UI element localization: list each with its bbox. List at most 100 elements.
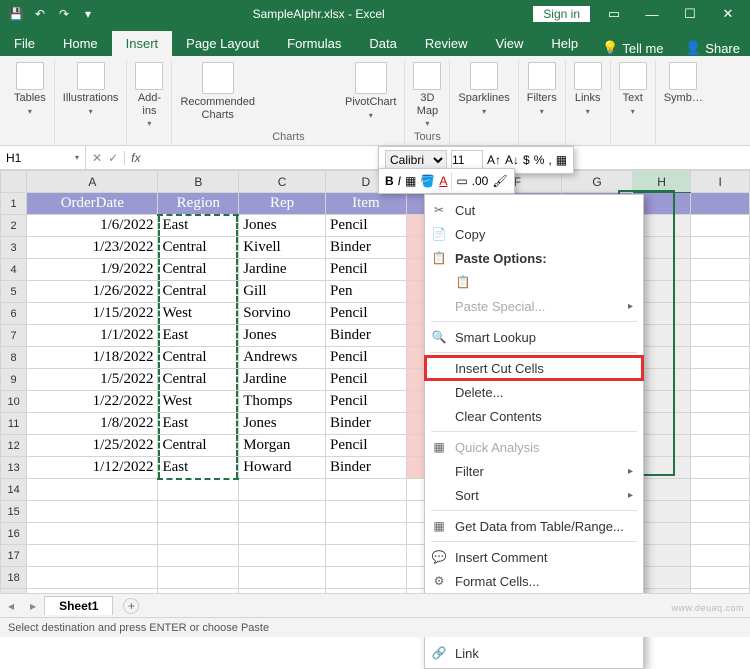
- font-size-input[interactable]: [451, 150, 483, 170]
- cell[interactable]: Pencil: [326, 215, 407, 237]
- cell[interactable]: Gill: [239, 281, 326, 303]
- worksheet[interactable]: A B C D E F G H I 1OrderDateRegionRepIte…: [0, 170, 750, 611]
- recommended-charts-button[interactable]: Recommended Charts: [180, 60, 255, 121]
- cell[interactable]: Jones: [239, 413, 326, 435]
- tab-file[interactable]: File: [0, 31, 49, 56]
- format-painter-icon[interactable]: 🖌: [492, 174, 507, 188]
- row-header[interactable]: 8: [1, 347, 27, 369]
- tab-data[interactable]: Data: [355, 31, 410, 56]
- conditional-format-icon[interactable]: ▦: [556, 153, 567, 167]
- cell[interactable]: Pen: [326, 281, 407, 303]
- ctx-smart-lookup[interactable]: 🔍Smart Lookup: [425, 325, 643, 349]
- tab-view[interactable]: View: [481, 31, 537, 56]
- cell[interactable]: Binder: [326, 237, 407, 259]
- cell[interactable]: [691, 435, 750, 457]
- bold-icon[interactable]: B: [385, 174, 394, 188]
- tables-button[interactable]: Tables▾: [14, 60, 46, 116]
- percent-icon[interactable]: %: [534, 153, 545, 167]
- cell[interactable]: 1/26/2022: [27, 281, 158, 303]
- cell[interactable]: Central: [158, 237, 239, 259]
- italic-icon[interactable]: I: [398, 174, 401, 188]
- cell[interactable]: [691, 457, 750, 479]
- cell[interactable]: Thomps: [239, 391, 326, 413]
- row-header[interactable]: 14: [1, 479, 27, 501]
- cancel-formula-icon[interactable]: ✕: [92, 151, 102, 165]
- tell-me[interactable]: 💡Tell me: [592, 40, 673, 56]
- cell[interactable]: Jardine: [239, 259, 326, 281]
- addins-button[interactable]: Add- ins▾: [135, 60, 163, 128]
- cell[interactable]: [691, 369, 750, 391]
- cell[interactable]: Rep: [239, 193, 326, 215]
- col-header[interactable]: B: [158, 171, 239, 193]
- close-icon[interactable]: ✕: [714, 6, 742, 22]
- cell[interactable]: Sorvino: [239, 303, 326, 325]
- sign-in-button[interactable]: Sign in: [533, 6, 590, 22]
- cell[interactable]: Binder: [326, 413, 407, 435]
- row-header[interactable]: 4: [1, 259, 27, 281]
- chart-type-icon[interactable]: [265, 60, 287, 78]
- cell[interactable]: Binder: [326, 325, 407, 347]
- tab-help[interactable]: Help: [537, 31, 592, 56]
- ctx-get-data[interactable]: ▦Get Data from Table/Range...: [425, 514, 643, 538]
- fx-icon[interactable]: fx: [124, 151, 146, 165]
- comma-icon[interactable]: ,: [548, 153, 551, 167]
- cell[interactable]: [691, 391, 750, 413]
- save-icon[interactable]: 💾: [8, 6, 24, 22]
- cell[interactable]: Central: [158, 435, 239, 457]
- cell[interactable]: 1/12/2022: [27, 457, 158, 479]
- cell[interactable]: Morgan: [239, 435, 326, 457]
- cell[interactable]: [691, 259, 750, 281]
- illustrations-button[interactable]: Illustrations▾: [63, 60, 119, 116]
- ctx-clear-contents[interactable]: Clear Contents: [425, 404, 643, 428]
- cell[interactable]: West: [158, 391, 239, 413]
- cell[interactable]: Pencil: [326, 435, 407, 457]
- sheet-tab[interactable]: Sheet1: [44, 596, 113, 615]
- chart-type-icon[interactable]: [313, 80, 335, 98]
- cell[interactable]: Jones: [239, 215, 326, 237]
- enter-formula-icon[interactable]: ✓: [108, 151, 118, 165]
- ctx-sort[interactable]: Sort▸: [425, 483, 643, 507]
- ctx-format-cells[interactable]: ⚙Format Cells...: [425, 569, 643, 593]
- tab-review[interactable]: Review: [411, 31, 482, 56]
- cell[interactable]: Central: [158, 369, 239, 391]
- cell[interactable]: Region: [158, 193, 239, 215]
- chart-type-icon[interactable]: [265, 80, 287, 98]
- chart-type-icon[interactable]: [289, 80, 311, 98]
- ctx-filter[interactable]: Filter▸: [425, 459, 643, 483]
- ctx-cut[interactable]: ✂Cut: [425, 198, 643, 222]
- cell[interactable]: Pencil: [326, 347, 407, 369]
- tab-home[interactable]: Home: [49, 31, 112, 56]
- row-header[interactable]: 15: [1, 501, 27, 523]
- cell[interactable]: Andrews: [239, 347, 326, 369]
- cell[interactable]: East: [158, 325, 239, 347]
- merge-icon[interactable]: ▭: [456, 174, 467, 188]
- ctx-delete[interactable]: Delete...: [425, 380, 643, 404]
- fill-color-icon[interactable]: 🪣: [420, 174, 435, 188]
- row-header[interactable]: 3: [1, 237, 27, 259]
- ctx-insert-comment[interactable]: 💬Insert Comment: [425, 545, 643, 569]
- cell[interactable]: Pencil: [326, 391, 407, 413]
- cell[interactable]: Kivell: [239, 237, 326, 259]
- cell[interactable]: 1/1/2022: [27, 325, 158, 347]
- row-header[interactable]: 16: [1, 523, 27, 545]
- name-box[interactable]: H1▾: [0, 146, 86, 169]
- cell[interactable]: 1/25/2022: [27, 435, 158, 457]
- decrease-font-icon[interactable]: A↓: [505, 153, 519, 167]
- tab-nav-prev-icon[interactable]: ◂: [0, 599, 22, 613]
- col-header[interactable]: C: [239, 171, 326, 193]
- cell[interactable]: 1/22/2022: [27, 391, 158, 413]
- cell[interactable]: [691, 281, 750, 303]
- cell[interactable]: [691, 215, 750, 237]
- 3d-map-button[interactable]: 3D Map▾: [413, 60, 441, 128]
- cell[interactable]: [691, 413, 750, 435]
- cell[interactable]: Pencil: [326, 259, 407, 281]
- cell[interactable]: [691, 193, 750, 215]
- row-header[interactable]: 11: [1, 413, 27, 435]
- pivotchart-button[interactable]: PivotChart▾: [345, 60, 396, 120]
- maps-icon[interactable]: [313, 60, 335, 78]
- row-header[interactable]: 6: [1, 303, 27, 325]
- col-header[interactable]: H: [632, 171, 691, 193]
- text-button[interactable]: Text▾: [619, 60, 647, 116]
- chart-type-icon[interactable]: [289, 60, 311, 78]
- symbols-button[interactable]: Symb…: [664, 60, 703, 105]
